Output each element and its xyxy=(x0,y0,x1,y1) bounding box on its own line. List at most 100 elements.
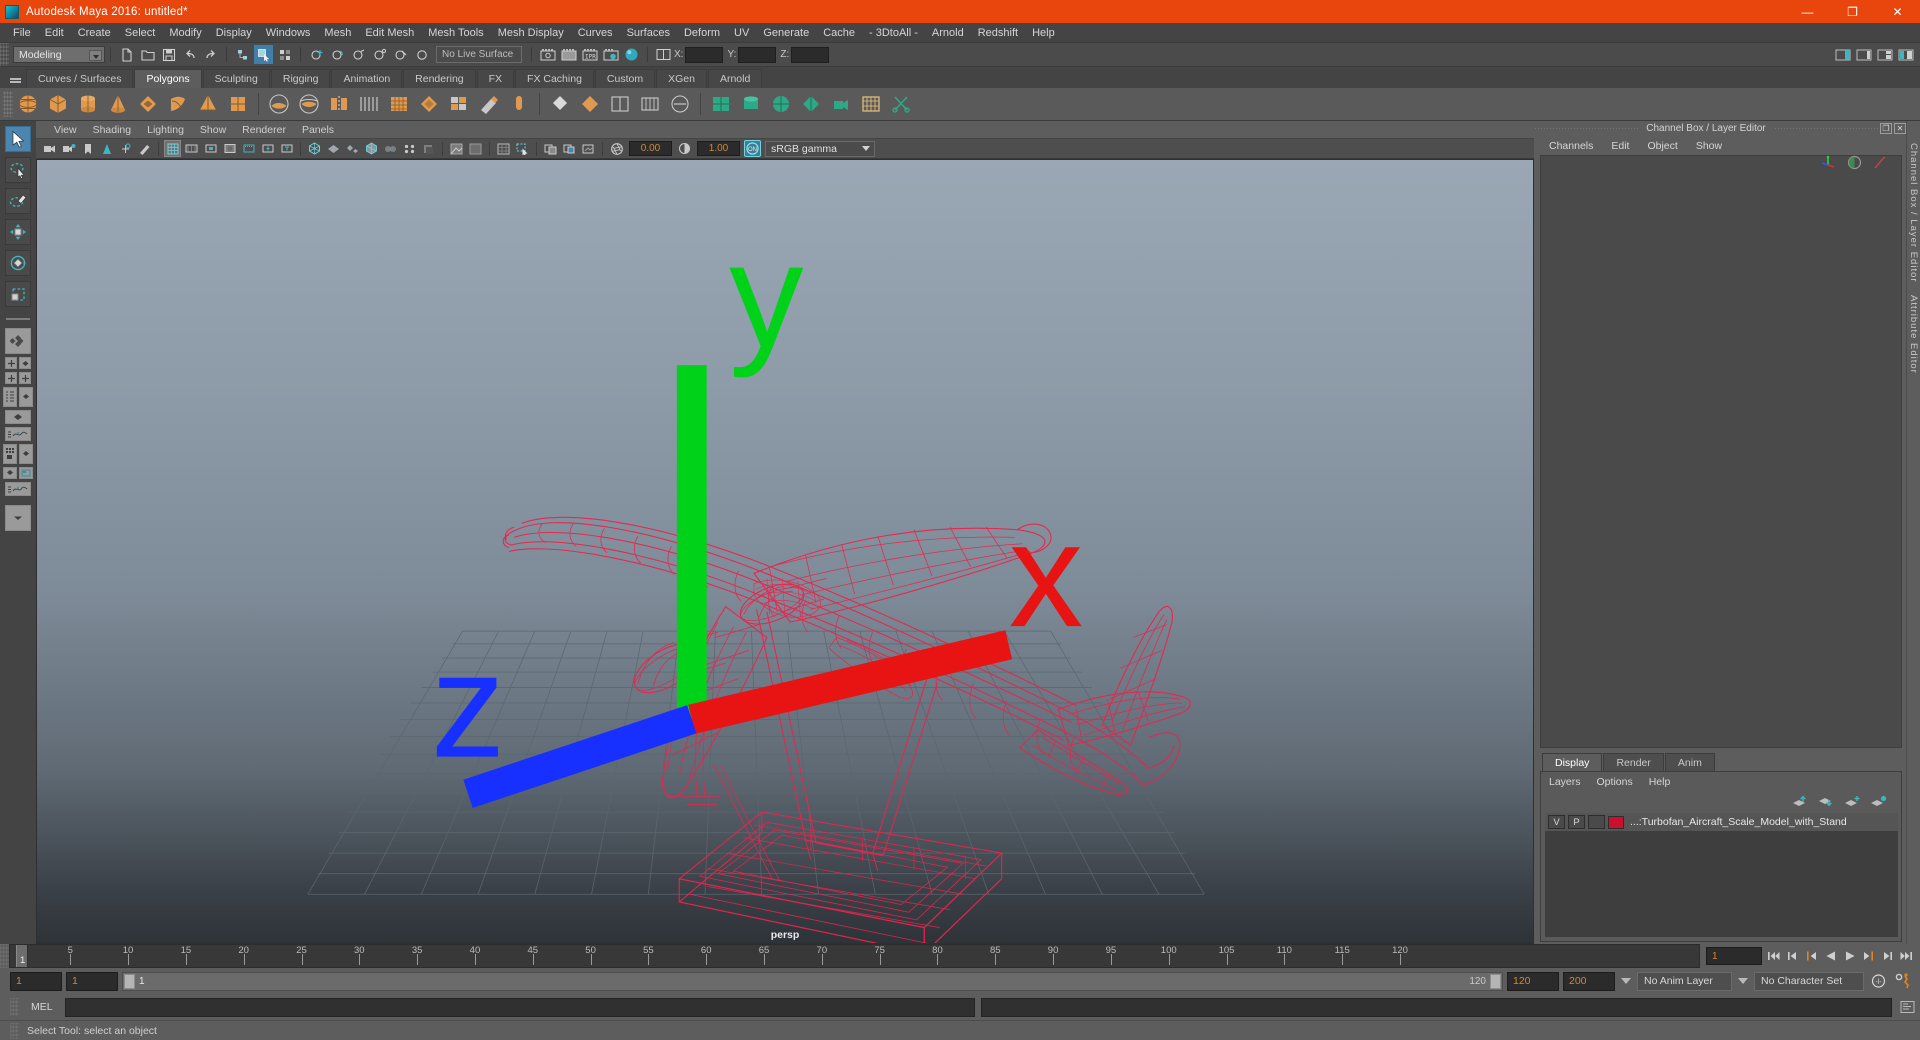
menu-item-edit-mesh[interactable]: Edit Mesh xyxy=(358,23,421,43)
layer-name[interactable]: ...:Turbofan_Aircraft_Scale_Model_with_S… xyxy=(1630,816,1847,828)
polygon-pyramid-icon[interactable] xyxy=(194,90,222,118)
shelf-tab-fx-caching[interactable]: FX Caching xyxy=(515,69,594,88)
polygon-extrude-icon[interactable] xyxy=(355,90,383,118)
layer-menu-options[interactable]: Options xyxy=(1589,776,1641,788)
play-forwards-button[interactable] xyxy=(1842,947,1857,965)
polygon-sculpt-icon[interactable] xyxy=(475,90,503,118)
toggle-attribute-editor-icon[interactable] xyxy=(1854,45,1873,64)
smooth-shade-all-icon[interactable] xyxy=(325,140,342,157)
film-gate-display-icon[interactable] xyxy=(240,140,257,157)
animation-preferences-button[interactable] xyxy=(1892,972,1914,990)
shadow-toggle-icon[interactable] xyxy=(420,140,437,157)
character-set-dropdown-arrow[interactable] xyxy=(1736,972,1750,991)
gamma-value-field[interactable]: 1.00 xyxy=(697,141,740,156)
shelf-tab-fx[interactable]: FX xyxy=(476,69,515,88)
polygon-sphere-icon[interactable] xyxy=(14,90,42,118)
polygon-quad-draw-icon[interactable] xyxy=(546,90,574,118)
menu-item-arnold[interactable]: Arnold xyxy=(925,23,971,43)
menu-item-create[interactable]: Create xyxy=(71,23,118,43)
wireframe-on-shaded-icon[interactable] xyxy=(363,140,380,157)
menu-item-mesh-tools[interactable]: Mesh Tools xyxy=(421,23,490,43)
render-current-frame-icon[interactable] xyxy=(538,45,557,64)
menu-item-surfaces[interactable]: Surfaces xyxy=(620,23,677,43)
viewport-menu-shading[interactable]: Shading xyxy=(85,124,140,136)
shelf-tab-animation[interactable]: Animation xyxy=(331,69,403,88)
shelf-tab-arnold[interactable]: Arnold xyxy=(707,69,763,88)
uv-planar-icon[interactable] xyxy=(707,90,735,118)
menu-item-deform[interactable]: Deform xyxy=(677,23,727,43)
move-tool-button[interactable] xyxy=(5,219,31,245)
menu-item-windows[interactable]: Windows xyxy=(259,23,318,43)
shading-sphere-icon[interactable] xyxy=(1847,155,1862,170)
texture-display-icon[interactable] xyxy=(495,140,512,157)
polygon-cone-icon[interactable] xyxy=(104,90,132,118)
grease-pencil-icon[interactable] xyxy=(136,140,153,157)
snap-to-view-plane-icon[interactable] xyxy=(391,45,410,64)
side-tab-attribute-editor[interactable]: Attribute Editor xyxy=(1908,289,1919,380)
step-forward-frame-button[interactable] xyxy=(1861,947,1876,965)
transform-axes-icon[interactable] xyxy=(1820,154,1837,170)
more-layouts-button[interactable] xyxy=(5,505,31,531)
animation-end-time-field[interactable]: 200 xyxy=(1563,971,1615,991)
viewport-menu-panels[interactable]: Panels xyxy=(294,124,342,136)
uv-camera-based-icon[interactable] xyxy=(827,90,855,118)
polygon-multi-cut-icon[interactable] xyxy=(576,90,604,118)
ipr-render-icon[interactable] xyxy=(559,45,578,64)
gamma-contrast-icon[interactable] xyxy=(676,140,693,157)
shelf-tab-sculpting[interactable]: Sculpting xyxy=(202,69,270,88)
render-settings-icon[interactable] xyxy=(601,45,620,64)
undo-icon[interactable] xyxy=(180,45,199,64)
layout-add-pane-2-button[interactable] xyxy=(5,372,17,384)
uv-spherical-icon[interactable] xyxy=(767,90,795,118)
move-layer-up-icon[interactable] xyxy=(1792,795,1809,808)
select-tool-button[interactable] xyxy=(5,126,31,152)
shelf-tab-custom[interactable]: Custom xyxy=(594,69,656,88)
outliner-persp-layout-button[interactable] xyxy=(19,387,33,407)
channel-menu-show[interactable]: Show xyxy=(1687,140,1731,152)
minimize-button[interactable]: — xyxy=(1785,0,1830,23)
polygon-boolean-union-icon[interactable] xyxy=(265,90,293,118)
select-hierarchy-icon[interactable] xyxy=(233,45,252,64)
hypershade-sphere-icon[interactable] xyxy=(622,45,641,64)
menu-item-cache[interactable]: Cache xyxy=(816,23,862,43)
command-language-label[interactable]: MEL xyxy=(25,1001,59,1013)
chevron-down-icon[interactable] xyxy=(858,143,873,155)
viewport-menu-view[interactable]: View xyxy=(46,124,85,136)
persp-layout-button[interactable] xyxy=(5,410,31,424)
range-slider[interactable]: 1 120 xyxy=(122,971,1503,991)
rotate-tool-button[interactable] xyxy=(5,250,31,276)
layout-add-pane-3-button[interactable] xyxy=(19,372,31,384)
coord-z-field[interactable] xyxy=(791,46,830,63)
snap-to-grid-icon[interactable] xyxy=(307,45,326,64)
toggle-sidebar-icon[interactable] xyxy=(1833,45,1852,64)
render-view-layout-button[interactable] xyxy=(19,467,33,479)
play-backwards-button[interactable] xyxy=(1823,947,1838,965)
polygon-smooth-icon[interactable] xyxy=(415,90,443,118)
side-tab-channel-box-layer-editor[interactable]: Channel Box / Layer Editor xyxy=(1908,137,1919,289)
hypershade-layout-button[interactable] xyxy=(3,444,17,464)
maximize-button[interactable]: ❐ xyxy=(1830,0,1875,23)
polygon-target-weld-icon[interactable] xyxy=(606,90,634,118)
channel-menu-edit[interactable]: Edit xyxy=(1602,140,1638,152)
color-management-aperture-icon[interactable] xyxy=(608,140,625,157)
create-empty-layer-icon[interactable] xyxy=(1844,795,1861,808)
menu-item-redshift[interactable]: Redshift xyxy=(971,23,1025,43)
menuset-selector[interactable]: Modeling xyxy=(13,46,105,63)
uv-editor-icon[interactable] xyxy=(857,90,885,118)
toolbar-grip[interactable] xyxy=(0,43,9,66)
coord-x-field[interactable] xyxy=(685,46,724,63)
scale-tool-button[interactable] xyxy=(5,281,31,307)
layout-add-pane-1-button[interactable] xyxy=(5,357,17,369)
step-forward-key-button[interactable] xyxy=(1880,947,1895,965)
toggle-tool-settings-icon[interactable] xyxy=(1896,45,1915,64)
menu-item-curves[interactable]: Curves xyxy=(571,23,620,43)
select-camera-icon[interactable] xyxy=(41,140,58,157)
text-overlay-icon[interactable] xyxy=(278,140,295,157)
open-scene-icon[interactable] xyxy=(138,45,157,64)
menu-item-mesh[interactable]: Mesh xyxy=(317,23,358,43)
create-layer-from-selection-icon[interactable] xyxy=(1870,795,1887,808)
snap-to-curve-icon[interactable] xyxy=(328,45,347,64)
wireframe-shading-icon[interactable] xyxy=(306,140,323,157)
shelf-tab-rendering[interactable]: Rendering xyxy=(403,69,476,88)
shelf-tab-xgen[interactable]: XGen xyxy=(656,69,707,88)
